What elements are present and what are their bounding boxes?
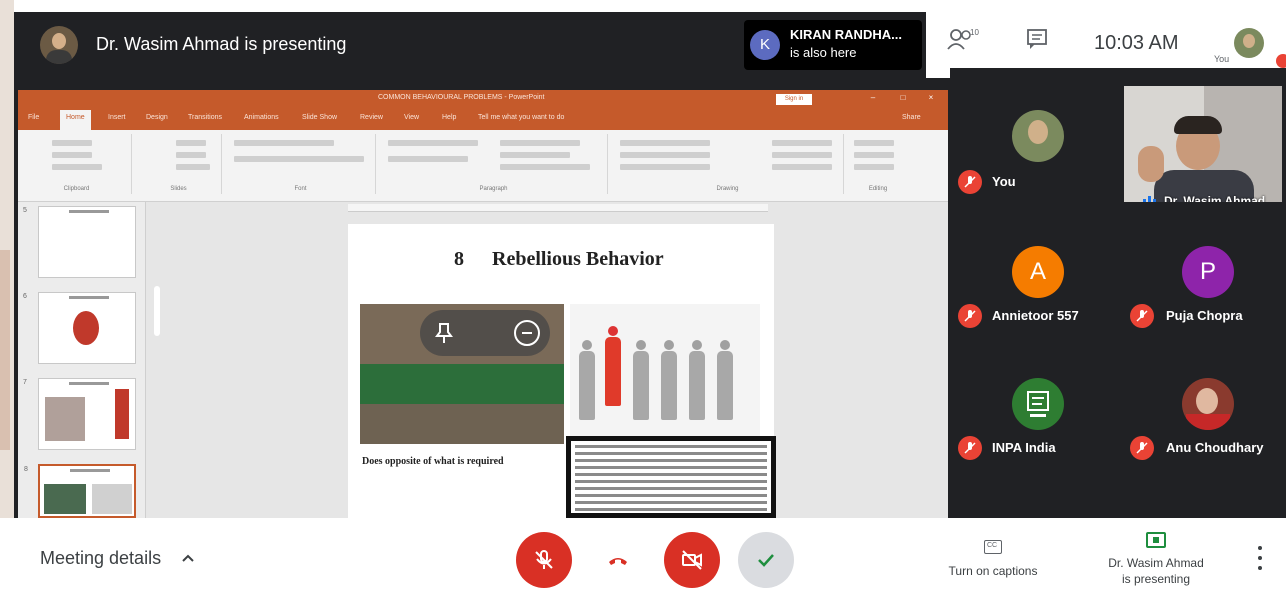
participant-tile[interactable]: P Puja Chopra xyxy=(1120,218,1286,348)
logo-icon xyxy=(1012,378,1064,430)
participants-grid: You Dr. Wasim Ahmad A Annietoor 557 P Pu… xyxy=(950,68,1286,518)
mic-off-icon xyxy=(958,304,982,328)
clock: 10:03 AM xyxy=(1094,32,1179,54)
participant-name: Anu Choudhary xyxy=(1166,440,1264,455)
speaking-icon xyxy=(1143,196,1156,202)
people-icon[interactable]: 10 xyxy=(946,26,980,52)
mic-off-icon xyxy=(535,550,553,569)
slide-thumbnail[interactable]: 6 xyxy=(23,292,136,364)
captions-button[interactable]: Turn on captions xyxy=(930,538,1056,588)
avatar xyxy=(1182,378,1234,430)
more-options-icon[interactable] xyxy=(1254,546,1266,572)
slide-number: 8 xyxy=(454,248,464,270)
camera-off-icon xyxy=(682,550,702,570)
presenting-text: Dr. Wasim Ahmad is presenting xyxy=(96,34,347,54)
phone-hangup-icon xyxy=(609,558,627,565)
participant-tile[interactable]: Anu Choudhary xyxy=(1120,352,1286,482)
mic-off-icon xyxy=(1130,436,1154,460)
slide-thumbnail[interactable]: 5 xyxy=(23,206,136,278)
self-label: You xyxy=(1214,54,1230,64)
slide-photo-classroom xyxy=(360,304,564,444)
avatar: A xyxy=(1012,246,1064,298)
slide-title: Rebellious Behavior xyxy=(492,248,664,270)
slide-image-figures xyxy=(570,304,760,436)
captions-icon xyxy=(984,540,1002,554)
hang-up-button[interactable] xyxy=(590,532,646,588)
ppt-ribbon-tabs: File Home Insert Design Transitions Anim… xyxy=(18,108,948,130)
avatar xyxy=(1012,110,1064,162)
top-right-controls: 10 10:03 AM You xyxy=(926,12,1286,68)
presenting-sublabel: is presenting xyxy=(1121,572,1191,586)
participant-tile[interactable]: A Annietoor 557 xyxy=(950,218,1120,348)
remove-icon[interactable] xyxy=(514,320,540,346)
mic-off-icon xyxy=(958,436,982,460)
participant-name: You xyxy=(992,174,1016,189)
self-avatar[interactable] xyxy=(1234,28,1264,58)
chevron-up-icon[interactable] xyxy=(180,552,196,564)
presenter-avatar xyxy=(40,26,78,64)
present-button[interactable] xyxy=(738,532,794,588)
presentation-view: COMMON BEHAVIOURAL PROBLEMS - PowerPoint… xyxy=(14,78,950,518)
camera-toggle-button[interactable] xyxy=(664,532,720,588)
background-edge xyxy=(0,0,14,520)
mic-toggle-button[interactable] xyxy=(516,532,572,588)
ruler xyxy=(348,204,768,212)
participant-name: Annietoor 557 xyxy=(992,308,1079,323)
bottom-controls: Meeting details Turn on captions Dr. Was… xyxy=(0,518,1286,599)
people-count: 10 xyxy=(970,28,979,37)
pin-icon[interactable] xyxy=(434,322,454,344)
check-icon xyxy=(758,554,774,567)
present-screen-icon xyxy=(1146,532,1166,548)
presenting-label: Dr. Wasim Ahmad xyxy=(1108,556,1204,570)
chat-icon[interactable] xyxy=(1026,28,1050,50)
slide-thumbnails: 5 6 7 8 xyxy=(18,202,146,518)
captions-label: Turn on captions xyxy=(948,564,1038,578)
participant-name: KIRAN RANDHA... xyxy=(790,27,902,42)
participant-name: Dr. Wasim Ahmad xyxy=(1164,194,1266,202)
participant-name: INPA India xyxy=(992,440,1056,455)
participant-tile-presenter[interactable]: Dr. Wasim Ahmad xyxy=(1124,86,1282,202)
tile-controls xyxy=(420,310,550,356)
presenting-status-button[interactable]: Dr. Wasim Ahmad is presenting xyxy=(1096,528,1216,592)
participant-avatar: K xyxy=(750,30,780,60)
slide-caption: Does opposite of what is required xyxy=(362,456,504,467)
meet-window: Dr. Wasim Ahmad is presenting K KIRAN RA… xyxy=(0,0,1286,599)
slide-thumbnail-selected[interactable]: 8 xyxy=(24,464,136,518)
presenter-banner: Dr. Wasim Ahmad is presenting K KIRAN RA… xyxy=(14,12,926,78)
slide-link-box xyxy=(566,436,776,518)
participant-tile[interactable]: INPA India xyxy=(950,352,1120,482)
also-here-notification[interactable]: K KIRAN RANDHA... is also here xyxy=(744,20,922,70)
meeting-details-button[interactable]: Meeting details xyxy=(40,548,161,569)
shared-screen-powerpoint: COMMON BEHAVIOURAL PROBLEMS - PowerPoint… xyxy=(18,90,948,518)
participant-tile-you[interactable]: You xyxy=(950,68,1120,208)
ppt-titlebar: COMMON BEHAVIOURAL PROBLEMS - PowerPoint… xyxy=(18,90,948,108)
mic-off-icon xyxy=(1130,304,1154,328)
slide-thumbnail[interactable]: 7 xyxy=(23,378,136,450)
current-slide: 8 Rebellious Behavior Does opposite of w… xyxy=(348,224,776,518)
participant-name: Puja Chopra xyxy=(1166,308,1243,323)
mic-off-icon xyxy=(958,170,982,194)
ppt-ribbon: Clipboard Slides Font Paragraph Drawing … xyxy=(18,130,948,202)
mic-off-indicator-icon xyxy=(1276,54,1286,68)
avatar: P xyxy=(1182,246,1234,298)
also-here-label: is also here xyxy=(790,45,857,60)
thumbnail-scrollbar[interactable] xyxy=(154,286,160,336)
